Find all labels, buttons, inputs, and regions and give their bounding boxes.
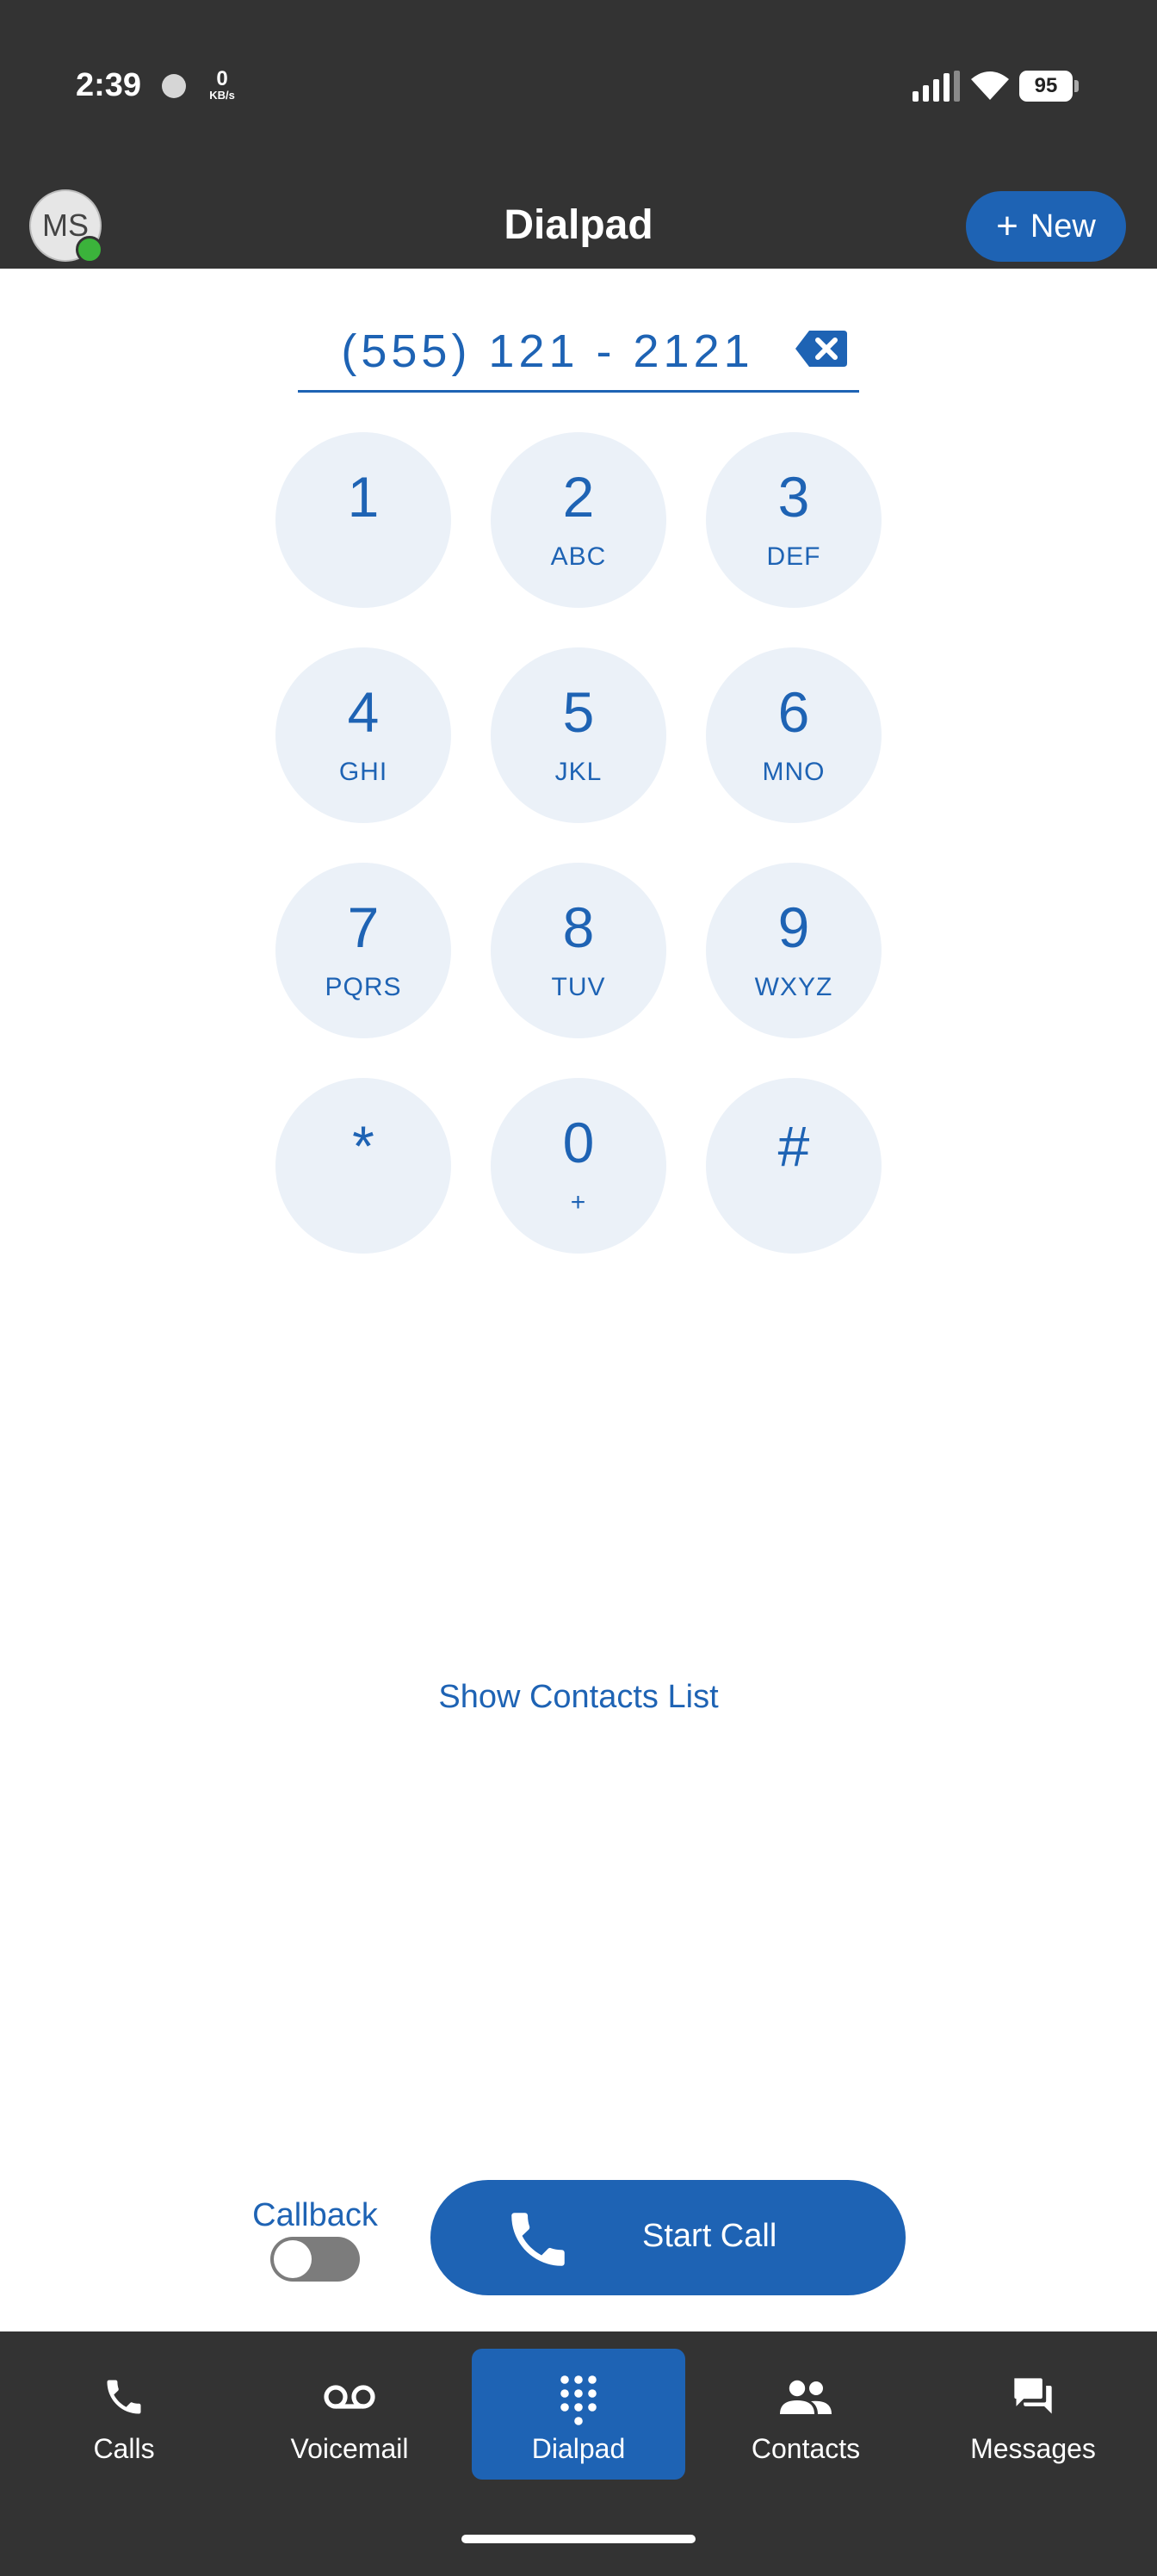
key-digit: 5 (562, 680, 595, 744)
backspace-icon[interactable] (794, 329, 849, 368)
callback-toggle[interactable] (270, 2237, 360, 2282)
recording-dot-icon (162, 74, 186, 98)
key-digit: * (352, 1114, 374, 1178)
new-button[interactable]: + New (966, 191, 1126, 262)
keypad-key[interactable]: # (706, 1078, 882, 1254)
key-letters: WXYZ (754, 973, 833, 1001)
keypad-key[interactable]: 9 WXYZ (706, 863, 882, 1038)
phone-icon (511, 2213, 565, 2266)
key-digit: 6 (777, 680, 810, 744)
key-letters: TUV (551, 973, 606, 1001)
key-letters: PQRS (325, 973, 402, 1001)
phone-icon (107, 2380, 141, 2414)
nav-messages-label: Messages (970, 2433, 1096, 2464)
number-display[interactable]: (555) 121 - 2121 (298, 320, 859, 393)
show-contacts-link[interactable]: Show Contacts List (0, 1679, 1157, 1716)
key-letters: GHI (338, 758, 388, 786)
network-speed: 0 KB/s (203, 67, 241, 102)
wifi-icon (971, 71, 1009, 100)
new-button-label: New (1030, 207, 1096, 245)
key-digit: 7 (347, 895, 380, 959)
key-digit: 3 (777, 465, 810, 529)
key-letters: MNO (762, 758, 826, 786)
keypad-key[interactable]: 7 PQRS (275, 863, 451, 1038)
start-call-label: Start Call (642, 2218, 777, 2254)
keypad-key[interactable]: 3 DEF (706, 432, 882, 608)
dialed-number: (555) 121 - 2121 (341, 325, 754, 377)
home-indicator (461, 2535, 696, 2543)
key-digit: 2 (562, 465, 595, 529)
keypad-key[interactable]: 1 (275, 432, 451, 608)
app-root: 2:39 0 KB/s 95 MS Dialpad + New (555) 12… (0, 0, 1157, 2576)
keypad-key[interactable]: 8 TUV (491, 863, 666, 1038)
key-letters: JKL (554, 758, 603, 786)
key-digit: 8 (562, 895, 595, 959)
voicemail-icon (324, 2385, 375, 2409)
keypad-key[interactable]: * (275, 1078, 451, 1254)
nav-dialpad[interactable]: Dialpad (472, 2349, 685, 2480)
key-letters: ABC (550, 542, 607, 571)
battery-icon: 95 (1019, 71, 1080, 102)
network-speed-unit: KB/s (209, 89, 235, 102)
messages-icon (1014, 2378, 1052, 2414)
callback-label: Callback (252, 2197, 378, 2233)
key-digit: 9 (777, 895, 810, 959)
status-time: 2:39 (76, 67, 142, 103)
keypad-key[interactable]: 2 ABC (491, 432, 666, 608)
key-digit: 1 (347, 465, 380, 529)
nav-calls-label: Calls (93, 2433, 155, 2464)
top-bar: 2:39 0 KB/s 95 MS Dialpad + New (0, 0, 1157, 269)
battery-level: 95 (1019, 71, 1073, 102)
start-call-button[interactable]: Start Call (430, 2180, 906, 2295)
battery-tip (1074, 80, 1079, 92)
nav-messages[interactable]: Messages (950, 2349, 1116, 2480)
keypad-key[interactable]: 0 + (491, 1078, 666, 1254)
network-speed-value: 0 (216, 67, 228, 90)
nav-calls[interactable]: Calls (41, 2349, 207, 2480)
keypad-key[interactable]: 6 MNO (706, 647, 882, 823)
nav-dialpad-label: Dialpad (531, 2433, 626, 2464)
nav-voicemail-label: Voicemail (290, 2433, 409, 2464)
contacts-icon (780, 2380, 832, 2414)
keypad-key[interactable]: 4 GHI (275, 647, 451, 823)
signal-icon (913, 71, 960, 102)
plus-icon: + (996, 205, 1018, 247)
dialpad-icon (560, 2375, 597, 2425)
keypad-key[interactable]: 5 JKL (491, 647, 666, 823)
toggle-knob (274, 2240, 312, 2278)
key-digit: 0 (562, 1111, 595, 1174)
nav-voicemail[interactable]: Voicemail (267, 2349, 432, 2480)
nav-contacts-label: Contacts (751, 2433, 861, 2464)
key-digit: 4 (347, 680, 380, 744)
key-letters: DEF (766, 542, 821, 571)
key-digit: # (777, 1114, 810, 1178)
key-letters: + (570, 1188, 587, 1217)
nav-contacts[interactable]: Contacts (723, 2349, 888, 2480)
